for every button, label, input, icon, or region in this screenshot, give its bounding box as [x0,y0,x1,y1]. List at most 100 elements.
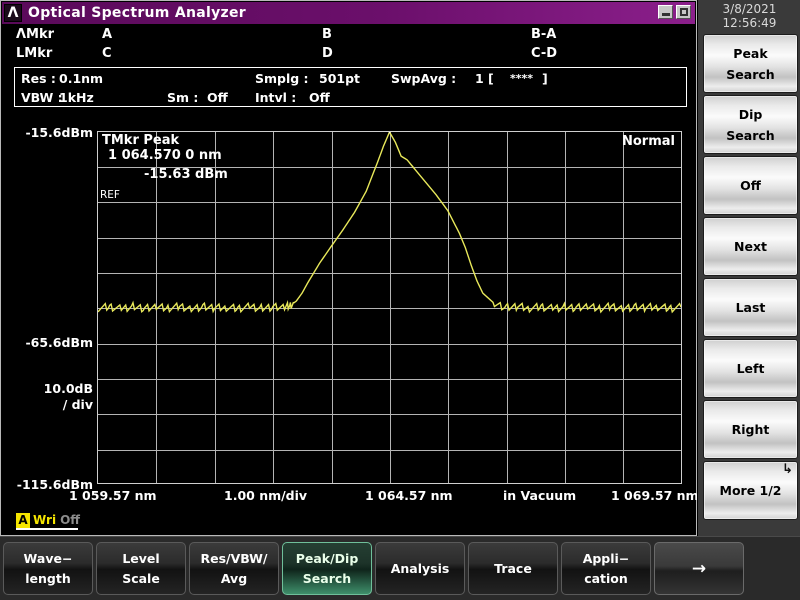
trace-curve [98,132,681,483]
softkey-label-line1: Next [734,236,767,257]
marker-c[interactable]: C [102,44,112,63]
menu-label-line1: Level [122,549,159,569]
menu-button-wavelength[interactable]: Wave− length [3,542,93,595]
x-axis-labels: 1 059.57 nm 1.00 nm/div 1 064.57 nm in V… [2,488,695,510]
marker-b[interactable]: B [322,25,332,44]
softkey-label-line1: Last [736,297,766,318]
softkey-more[interactable]: ↳ More 1/2 [703,461,798,520]
level-marker-row: LMkr C D C-D [2,44,695,63]
lambda-icon: Λ [4,4,22,22]
marker-c-minus-d[interactable]: C-D [531,44,557,63]
softkey-label-line1: Off [740,175,761,196]
softkey-right[interactable]: Right [703,400,798,459]
softkey-label-line1: Right [732,419,770,440]
y-axis-scale-line-1: 10.0dB [44,381,93,396]
intvl-label: Intvl : [255,88,296,107]
softkey-peak-search[interactable]: Peak Search [703,34,798,93]
menu-button-next-page[interactable]: → [654,542,744,595]
minimize-icon[interactable] [658,5,673,19]
softkey-label-line1: Peak [733,43,767,64]
marker-a[interactable]: A [102,25,112,44]
settings-row-2: VBW : 1kHz Sm : Off Intvl : Off [15,88,686,107]
trace-write-mode: Wri [33,513,56,527]
softkey-next[interactable]: Next [703,217,798,276]
sm-label: Sm : [167,88,198,107]
menu-button-res-vbw-avg[interactable]: Res/VBW/ Avg [189,542,279,595]
menu-label-line1: Wave− [24,549,73,569]
more-arrow-icon: ↳ [782,463,793,476]
softkey-off[interactable]: Off [703,156,798,215]
clock-time: 12:56:49 [698,16,800,30]
menu-button-trace[interactable]: Trace [468,542,558,595]
trace-status[interactable]: A Wri Off [16,511,80,529]
tmkr-level: -15.63 dBm [144,167,228,182]
x-axis-medium-label: in Vacuum [503,488,576,503]
bottom-menu-bar: Wave− length Level Scale Res/VBW/ Avg Pe… [0,536,800,600]
menu-label-line1: Res/VBW/ [201,549,268,569]
menu-button-analysis[interactable]: Analysis [375,542,465,595]
softkey-last[interactable]: Last [703,278,798,337]
softkey-label-line1: Left [737,358,765,379]
menu-label-line2: cation [584,569,628,589]
softkey-label-line1: More 1/2 [720,480,782,501]
softkey-list: Peak Search Dip Search Off Next Last [703,34,798,522]
smplg-value[interactable]: 501pt [319,69,360,88]
sm-value[interactable]: Off [207,88,228,107]
reference-level-label: REF [100,189,120,201]
marker-d[interactable]: D [322,44,333,63]
vbw-label: VBW : [21,88,63,107]
res-label: Res : [21,69,56,88]
tmkr-peak-label: TMkr Peak [102,133,179,148]
menu-button-row: Wave− length Level Scale Res/VBW/ Avg Pe… [3,542,744,595]
swpavg-stars: **** [510,69,533,88]
menu-button-peak-dip-search[interactable]: Peak/Dip Search [282,542,372,595]
display-mode-label: Normal [622,134,675,149]
osa-window: Λ Optical Spectrum Analyzer ΛMkr A B B-A… [0,0,697,536]
spectrum-plot: -15.6dBm -65.6dBm 10.0dB / div -115.6dBm [2,113,695,535]
clock: 3/8/2021 12:56:49 [698,2,800,30]
softkey-dip-search[interactable]: Dip Search [703,95,798,154]
marker-b-minus-a[interactable]: B-A [531,25,556,44]
softkey-label-line2: Search [726,64,774,85]
smplg-label: Smplg : [255,69,309,88]
y-axis-mid-label: -65.6dBm [25,335,93,350]
tmkr-wavelength: 1 064.570 0 nm [108,148,222,163]
softkey-panel: 3/8/2021 12:56:49 Peak Search Dip Search… [697,0,800,536]
menu-button-level-scale[interactable]: Level Scale [96,542,186,595]
menu-label-line2: Search [303,569,351,589]
swpavg-value[interactable]: 1 [ [475,69,494,88]
clock-date: 3/8/2021 [698,2,800,16]
res-value[interactable]: 0.1nm [59,69,103,88]
settings-row-1: Res : 0.1nm Smplg : 501pt SwpAvg : 1 [ *… [15,69,686,88]
x-axis-stop-label: 1 069.57 nm [611,488,699,503]
level-marker-label: LMkr [16,44,52,63]
wavelength-marker-row: ΛMkr A B B-A [2,25,695,44]
next-arrow-icon: → [692,559,706,579]
trace-write-state: Off [60,513,80,527]
window-controls [658,5,691,19]
status-badge: A [16,513,30,528]
wavelength-marker-label: ΛMkr [16,25,54,44]
menu-label-line1: Analysis [391,559,450,579]
swpavg-close: ] [542,69,548,88]
softkey-left[interactable]: Left [703,339,798,398]
intvl-value[interactable]: Off [309,88,330,107]
vbw-value[interactable]: 1kHz [59,88,94,107]
plot-grid[interactable]: TMkr Peak 1 064.570 0 nm -15.63 dBm REF … [97,131,682,484]
marker-header: ΛMkr A B B-A LMkr C D C-D [2,25,695,64]
softkey-label-line2: Search [726,125,774,146]
x-axis-start-label: 1 059.57 nm [69,488,157,503]
menu-label-line1: Trace [494,559,532,579]
x-axis-div-label: 1.00 nm/div [224,488,307,503]
y-axis-top-label: -15.6dBm [25,125,93,140]
settings-panel: Res : 0.1nm Smplg : 501pt SwpAvg : 1 [ *… [14,67,687,107]
menu-label-line1: Peak/Dip [296,549,359,569]
y-axis-labels: -15.6dBm -65.6dBm 10.0dB / div -115.6dBm [2,113,97,493]
menu-label-line2: Scale [122,569,160,589]
menu-label-line2: Avg [221,569,247,589]
swpavg-label: SwpAvg : [391,69,456,88]
status-underline [16,528,78,530]
osa-screen: Λ Optical Spectrum Analyzer ΛMkr A B B-A… [0,0,800,600]
maximize-icon[interactable] [676,5,691,19]
menu-button-application[interactable]: Appli− cation [561,542,651,595]
